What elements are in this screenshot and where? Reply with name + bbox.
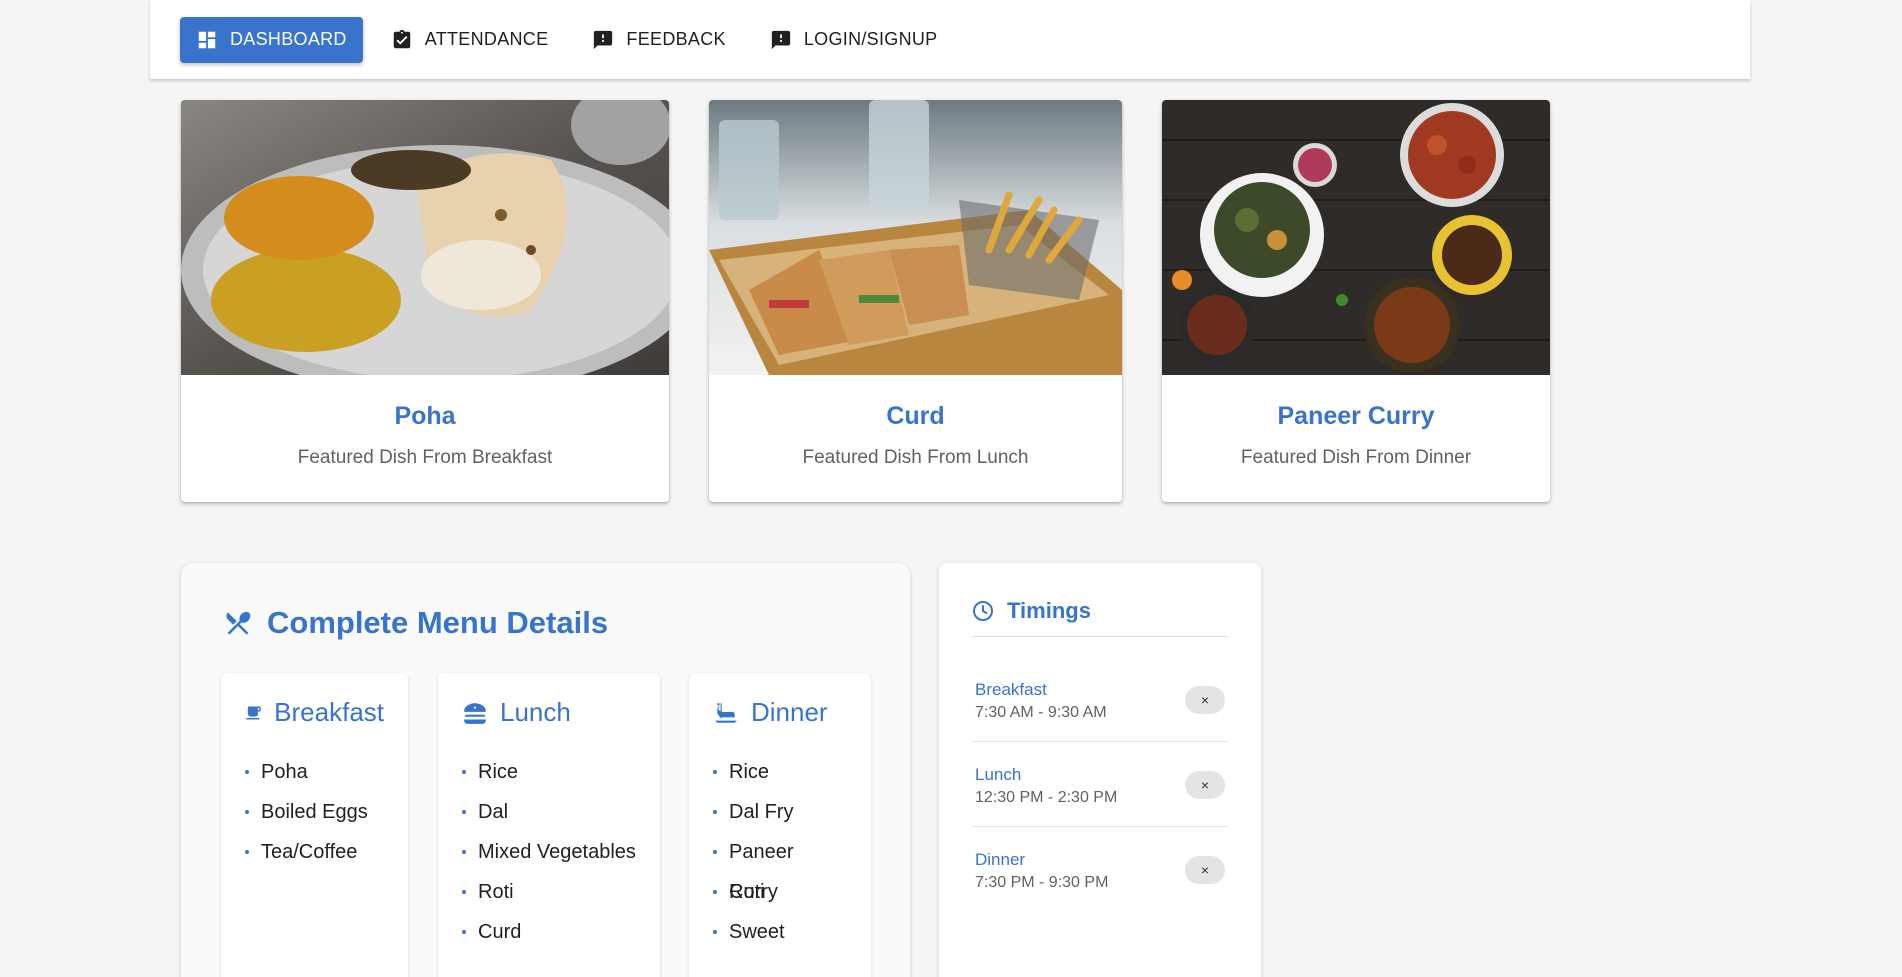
featured-card-lunch[interactable]: Curd Featured Dish From Lunch xyxy=(709,100,1122,502)
menu-column-dinner: Dinner Rice Dal Fry Paneer Curry Roti Sw… xyxy=(689,673,871,977)
dashboard-icon xyxy=(198,31,216,48)
menu-details-title: Complete Menu Details xyxy=(267,605,609,640)
timings-header: Timings xyxy=(971,597,1229,637)
menu-item: Rice xyxy=(713,752,847,792)
menu-column-label: Lunch xyxy=(500,697,571,727)
sandwich-fries-tray-photo xyxy=(709,100,1122,375)
menu-column-header: Breakfast xyxy=(245,697,384,728)
timing-meal-name: Breakfast xyxy=(975,680,1047,699)
menu-item-list: Poha Boiled Eggs Tea/Coffee xyxy=(245,752,384,872)
timing-close-chip[interactable]: × xyxy=(1185,856,1225,884)
assignment-turned-in-icon xyxy=(393,29,410,48)
nav-attendance-label: ATTENDANCE xyxy=(424,29,549,49)
nav-dashboard-label: DASHBOARD xyxy=(230,29,347,49)
top-nav-bar: DASHBOARD ATTENDANCE FEEDBACK LOGIN/SIGN… xyxy=(150,0,1750,79)
menu-item: Dal xyxy=(462,792,636,832)
menu-item: Sweet xyxy=(713,912,847,952)
menu-column-label: Dinner xyxy=(751,697,828,727)
featured-title: Curd xyxy=(886,402,945,430)
menu-item: Paneer Curry xyxy=(713,832,847,903)
timing-row-lunch: Lunch 12:30 PM - 2:30 PM × xyxy=(971,743,1229,827)
feedback-icon xyxy=(771,30,791,49)
thali-plate-photo xyxy=(181,100,669,375)
featured-title: Poha xyxy=(394,402,456,430)
menu-details-panel: Complete Menu Details Breakfast Poha Boi… xyxy=(181,563,910,977)
feedback-icon xyxy=(594,30,613,49)
nav-attendance-button[interactable]: ATTENDANCE xyxy=(375,17,565,63)
menu-column-label: Breakfast xyxy=(274,697,384,727)
menu-item: Boiled Eggs xyxy=(245,792,384,832)
timing-meal-time: 12:30 PM - 2:30 PM xyxy=(975,789,1118,806)
timing-row-dinner: Dinner 7:30 PM - 9:30 PM × xyxy=(971,828,1229,912)
menu-item: Poha xyxy=(245,752,384,792)
menu-item: Roti xyxy=(713,872,847,912)
dinner-dining-icon xyxy=(715,702,737,723)
restaurant-icon xyxy=(226,611,251,635)
featured-title: Paneer Curry xyxy=(1277,402,1435,430)
nav-feedback-label: FEEDBACK xyxy=(626,29,726,49)
menu-column-lunch: Lunch Rice Dal Mixed Vegetables Roti Cur… xyxy=(438,673,660,977)
featured-subtitle: Featured Dish From Breakfast xyxy=(297,447,553,468)
featured-card-dinner[interactable]: Paneer Curry Featured Dish From Dinner xyxy=(1162,100,1550,502)
clock-icon xyxy=(973,600,993,621)
coffee-icon xyxy=(246,706,261,719)
nav-login-signup-label: LOGIN/SIGNUP xyxy=(803,29,938,49)
menu-item: Mixed Vegetables xyxy=(462,832,636,872)
featured-subtitle: Featured Dish From Dinner xyxy=(1240,447,1472,468)
timing-meal-name: Dinner xyxy=(975,850,1026,869)
timing-meal-time: 7:30 AM - 9:30 AM xyxy=(975,704,1107,721)
timing-meal-time: 7:30 PM - 9:30 PM xyxy=(975,874,1109,891)
menu-details-heading: Complete Menu Details xyxy=(223,605,608,641)
timings-title: Timings xyxy=(1007,597,1091,623)
menu-item-list: Rice Dal Fry Paneer Curry Roti Sweet xyxy=(713,752,847,952)
menu-column-header: Dinner xyxy=(713,697,847,728)
nav-dashboard-button[interactable]: DASHBOARD xyxy=(180,16,363,63)
featured-subtitle: Featured Dish From Lunch xyxy=(802,447,1029,468)
nav-feedback-button[interactable]: FEEDBACK xyxy=(576,17,741,63)
menu-item: Roti xyxy=(462,872,636,912)
menu-item: Tea/Coffee xyxy=(245,832,384,872)
menu-item-list: Rice Dal Mixed Vegetables Roti Curd xyxy=(462,752,636,952)
menu-item: Dal Fry xyxy=(713,792,847,832)
featured-card-breakfast[interactable]: Poha Featured Dish From Breakfast xyxy=(181,100,669,502)
curry-bowls-photo xyxy=(1162,100,1550,375)
timing-close-chip[interactable]: × xyxy=(1185,686,1225,714)
menu-item: Curd xyxy=(462,912,636,952)
lunch-dining-icon xyxy=(464,702,486,724)
menu-item: Rice xyxy=(462,752,636,792)
timing-close-chip[interactable]: × xyxy=(1185,771,1225,799)
menu-column-header: Lunch xyxy=(462,697,636,728)
nav-login-signup-button[interactable]: LOGIN/SIGNUP xyxy=(754,17,954,63)
timing-meal-name: Lunch xyxy=(975,765,1022,784)
menu-column-breakfast: Breakfast Poha Boiled Eggs Tea/Coffee xyxy=(221,673,408,977)
timings-panel: Timings Breakfast 7:30 AM - 9:30 AM × Lu… xyxy=(939,563,1261,977)
timing-row-breakfast: Breakfast 7:30 AM - 9:30 AM × xyxy=(971,658,1229,742)
